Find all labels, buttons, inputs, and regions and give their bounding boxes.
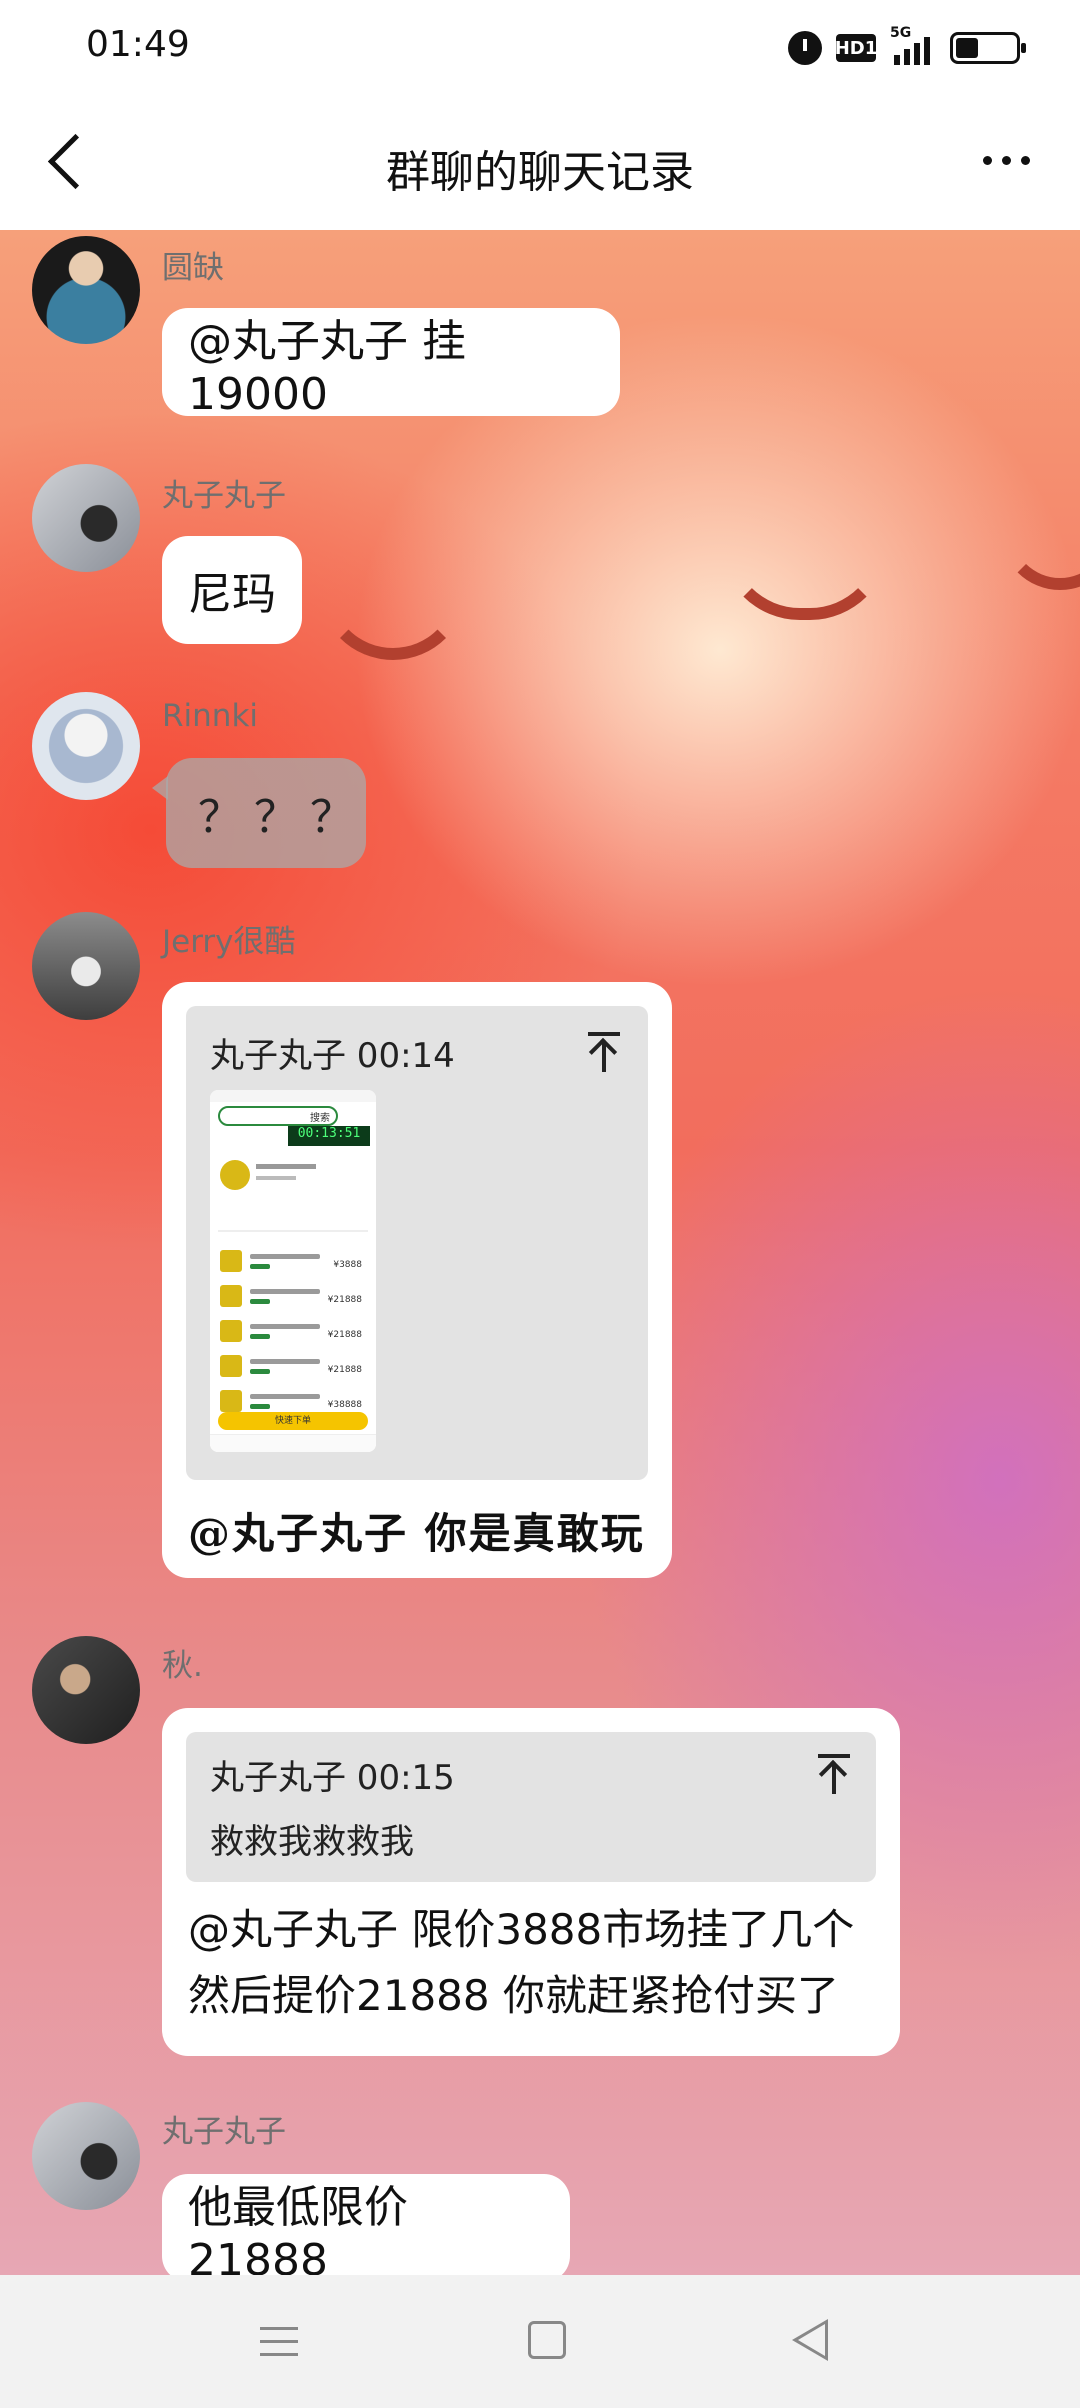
quote-header: 丸子丸子 00:15 [210,1758,455,1798]
sender-name: 秋. [162,1648,203,1684]
price-label: ¥3888 [333,1260,362,1270]
price-label: ¥21888 [327,1330,362,1340]
message-text-line: 然后提价21888 你就赶紧抢付买了 [188,1971,839,2020]
timer-overlay: 00:13:51 [288,1126,370,1146]
avatar[interactable] [32,912,140,1020]
quoted-message[interactable]: 丸子丸子 00:15 救救我救救我 [186,1732,876,1882]
quoted-message[interactable]: 丸子丸子 00:14 搜索 00:13:51 ¥3888 ¥21888 ¥218… [186,1006,648,1480]
system-nav-bar [0,2275,1080,2408]
chat-history[interactable]: 圆缺 @丸子丸子 挂19000 丸子丸子 尼玛 Rinnki ？？？ Jerry… [0,230,1080,2275]
wallpaper-decoration [1000,530,1080,590]
quote-text: 救救我救救我 [210,1822,414,1862]
buy-button: 快速下单 [218,1412,368,1430]
avatar[interactable] [32,2102,140,2210]
status-icons: HD1 5G [788,25,1026,70]
back-triangle-icon[interactable] [792,2319,832,2361]
nav-bar: 群聊的聊天记录 [0,96,1080,230]
message-bubble[interactable]: 丸子丸子 00:15 救救我救救我 @丸子丸子 限价3888市场挂了几个 然后提… [162,1708,900,2056]
wallpaper-decoration [318,570,468,660]
alarm-icon [788,31,822,65]
jump-to-top-icon[interactable] [586,1032,622,1072]
network-type: 5G [890,25,912,41]
avatar[interactable] [32,1636,140,1744]
quoted-screenshot[interactable]: 搜索 00:13:51 ¥3888 ¥21888 ¥21888 ¥21888 ¥… [210,1090,376,1452]
sender-name: 圆缺 [162,250,224,286]
search-button: 搜索 [310,1113,330,1124]
home-icon[interactable] [528,2321,566,2359]
sender-name: Jerry很酷 [162,924,296,960]
status-bar: 01:49 HD1 5G [0,0,1080,96]
page-title: 群聊的聊天记录 [386,147,694,198]
message-bubble[interactable]: 尼玛 [162,536,302,644]
menu-icon[interactable] [260,2323,298,2361]
hd-icon: HD1 [835,34,877,62]
message-text: @丸子丸子 你是真敢玩 [188,1509,645,1558]
more-options-icon[interactable] [983,156,1030,165]
sender-name: 丸子丸子 [162,2114,286,2150]
battery-icon [950,32,1026,64]
avatar[interactable] [32,692,140,800]
message-bubble[interactable]: 他最低限价21888 [162,2174,570,2275]
wallpaper-decoration [720,530,890,620]
sender-name: 丸子丸子 [162,478,286,514]
signal-icon: 5G [890,25,930,65]
price-label: ¥38888 [327,1400,362,1410]
jump-to-top-icon[interactable] [816,1754,852,1794]
status-time: 01:49 [86,24,190,65]
price-label: ¥21888 [327,1365,362,1375]
sender-name: Rinnki [162,698,259,734]
quote-header: 丸子丸子 00:14 [210,1036,455,1076]
avatar[interactable] [32,464,140,572]
message-bubble[interactable]: 丸子丸子 00:14 搜索 00:13:51 ¥3888 ¥21888 ¥218… [162,982,672,1578]
price-label: ¥21888 [327,1295,362,1305]
message-bubble[interactable]: ？？？ [152,758,366,868]
message-text-line: @丸子丸子 限价3888市场挂了几个 [188,1905,855,1954]
avatar[interactable] [32,236,140,344]
message-bubble[interactable]: @丸子丸子 挂19000 [162,308,620,420]
